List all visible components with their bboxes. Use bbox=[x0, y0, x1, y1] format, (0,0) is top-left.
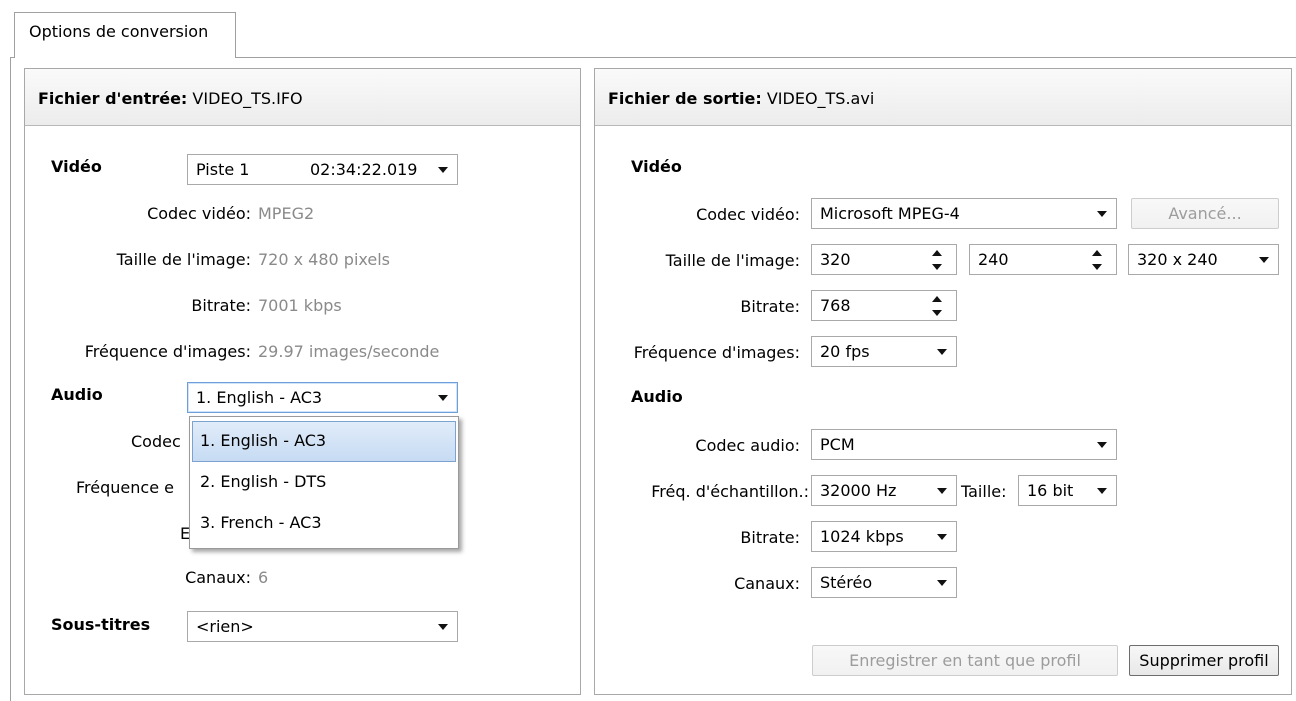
subtitles-section-title: Sous-titres bbox=[51, 615, 151, 634]
output-audio-bitrate-value: 1024 kbps bbox=[820, 527, 904, 546]
sample-size-value: 16 bit bbox=[1027, 481, 1074, 500]
sample-size-select[interactable]: 16 bit bbox=[1018, 475, 1117, 506]
output-audio-bitrate-select[interactable]: 1024 kbps bbox=[811, 521, 957, 552]
input-codec-value: MPEG2 bbox=[258, 204, 315, 223]
output-size-label: Taille de l'image: bbox=[665, 251, 800, 270]
video-duration-value: 02:34:22.019 bbox=[310, 160, 418, 179]
input-size-label: Taille de l'image: bbox=[116, 250, 251, 269]
audio-option-2[interactable]: 2. English - DTS bbox=[192, 462, 456, 503]
spinner-arrows-icon[interactable] bbox=[1092, 250, 1102, 270]
output-video-section-title: Vidéo bbox=[631, 157, 682, 176]
input-audio-freq-label: Fréquence e bbox=[76, 478, 174, 497]
chevron-down-icon bbox=[1097, 442, 1107, 448]
chevron-down-icon bbox=[438, 624, 448, 630]
output-bitrate-value: 768 bbox=[820, 296, 851, 315]
output-fps-label: Fréquence d'images: bbox=[633, 343, 800, 362]
delete-profile-button[interactable]: Supprimer profil bbox=[1129, 645, 1279, 676]
output-size-preset-value: 320 x 240 bbox=[1137, 250, 1218, 269]
chevron-down-icon bbox=[937, 534, 947, 540]
input-audio-codec-label: Codec bbox=[131, 432, 181, 451]
output-codec-value: Microsoft MPEG-4 bbox=[820, 204, 960, 223]
output-size-preset-select[interactable]: 320 x 240 bbox=[1128, 244, 1279, 275]
sample-rate-value: 32000 Hz bbox=[820, 481, 897, 500]
output-header-label: Fichier de sortie: bbox=[608, 89, 762, 108]
chevron-down-icon bbox=[438, 167, 448, 173]
input-codec-label: Codec vidéo: bbox=[147, 204, 251, 223]
output-height-value: 240 bbox=[978, 250, 1009, 269]
output-channels-value: Stéréo bbox=[820, 573, 873, 592]
chevron-down-icon bbox=[438, 395, 448, 401]
output-audio-codec-label: Codec audio: bbox=[695, 436, 800, 455]
output-height-spinner[interactable]: 240 bbox=[969, 244, 1117, 275]
subtitles-select[interactable]: <rien> bbox=[187, 611, 458, 642]
output-codec-select[interactable]: Microsoft MPEG-4 bbox=[811, 198, 1117, 229]
sample-rate-label: Fréq. d'échantillon.: bbox=[651, 482, 809, 501]
tab-conversion-options[interactable]: Options de conversion bbox=[14, 12, 236, 58]
spinner-arrows-icon[interactable] bbox=[932, 296, 942, 316]
input-header-label: Fichier d'entrée: bbox=[38, 89, 188, 108]
input-fps-value: 29.97 images/seconde bbox=[258, 342, 440, 361]
input-bitrate-label: Bitrate: bbox=[191, 296, 251, 315]
audio-option-1[interactable]: 1. English - AC3 bbox=[192, 421, 456, 462]
input-fps-label: Fréquence d'images: bbox=[84, 342, 251, 361]
output-width-value: 320 bbox=[820, 250, 851, 269]
subtitles-value: <rien> bbox=[196, 617, 254, 636]
sample-rate-select[interactable]: 32000 Hz bbox=[811, 475, 957, 506]
chevron-down-icon bbox=[1259, 257, 1269, 263]
save-profile-button[interactable]: Enregistrer en tant que profil bbox=[812, 645, 1118, 676]
chevron-down-icon bbox=[937, 349, 947, 355]
output-file-panel: Fichier de sortie: VIDEO_TS.avi bbox=[594, 68, 1292, 695]
chevron-down-icon bbox=[1097, 488, 1107, 494]
output-codec-label: Codec vidéo: bbox=[696, 205, 800, 224]
input-channels-value: 6 bbox=[258, 568, 269, 587]
tab-label: Options de conversion bbox=[29, 22, 209, 41]
output-audio-section-title: Audio bbox=[631, 387, 683, 406]
input-file-name: VIDEO_TS.IFO bbox=[192, 89, 303, 108]
output-channels-label: Canaux: bbox=[734, 574, 800, 593]
output-channels-select[interactable]: Stéréo bbox=[811, 567, 957, 598]
input-audio-section-title: Audio bbox=[51, 385, 103, 404]
output-audio-codec-value: PCM bbox=[820, 435, 855, 454]
video-track-value: Piste 1 bbox=[196, 160, 250, 179]
output-width-spinner[interactable]: 320 bbox=[811, 244, 957, 275]
output-file-name: VIDEO_TS.avi bbox=[766, 89, 875, 108]
audio-track-value: 1. English - AC3 bbox=[196, 388, 323, 407]
output-panel-header: Fichier de sortie: VIDEO_TS.avi bbox=[595, 69, 1291, 126]
input-channels-label: Canaux: bbox=[185, 568, 251, 587]
output-fps-value: 20 fps bbox=[820, 342, 870, 361]
chevron-down-icon bbox=[1097, 211, 1107, 217]
spinner-arrows-icon[interactable] bbox=[932, 250, 942, 270]
input-bitrate-value: 7001 kbps bbox=[258, 296, 342, 315]
output-audio-codec-select[interactable]: PCM bbox=[811, 429, 1117, 460]
audio-option-3[interactable]: 3. French - AC3 bbox=[192, 503, 456, 544]
input-video-section-title: Vidéo bbox=[51, 157, 102, 176]
audio-track-dropdown-list: 1. English - AC3 2. English - DTS 3. Fre… bbox=[189, 416, 459, 549]
chevron-down-icon bbox=[937, 580, 947, 586]
output-fps-select[interactable]: 20 fps bbox=[811, 336, 957, 367]
input-size-value: 720 x 480 pixels bbox=[258, 250, 391, 269]
output-bitrate-spinner[interactable]: 768 bbox=[811, 290, 957, 321]
video-track-select[interactable]: Piste 1 02:34:22.019 bbox=[187, 154, 458, 185]
audio-track-select[interactable]: 1. English - AC3 bbox=[187, 382, 458, 413]
output-bitrate-label: Bitrate: bbox=[740, 297, 800, 316]
input-panel-header: Fichier d'entrée: VIDEO_TS.IFO bbox=[25, 69, 580, 126]
chevron-down-icon bbox=[937, 488, 947, 494]
output-audio-bitrate-label: Bitrate: bbox=[740, 528, 800, 547]
sample-size-label: Taille: bbox=[961, 482, 1007, 501]
advanced-button[interactable]: Avancé... bbox=[1131, 198, 1279, 229]
